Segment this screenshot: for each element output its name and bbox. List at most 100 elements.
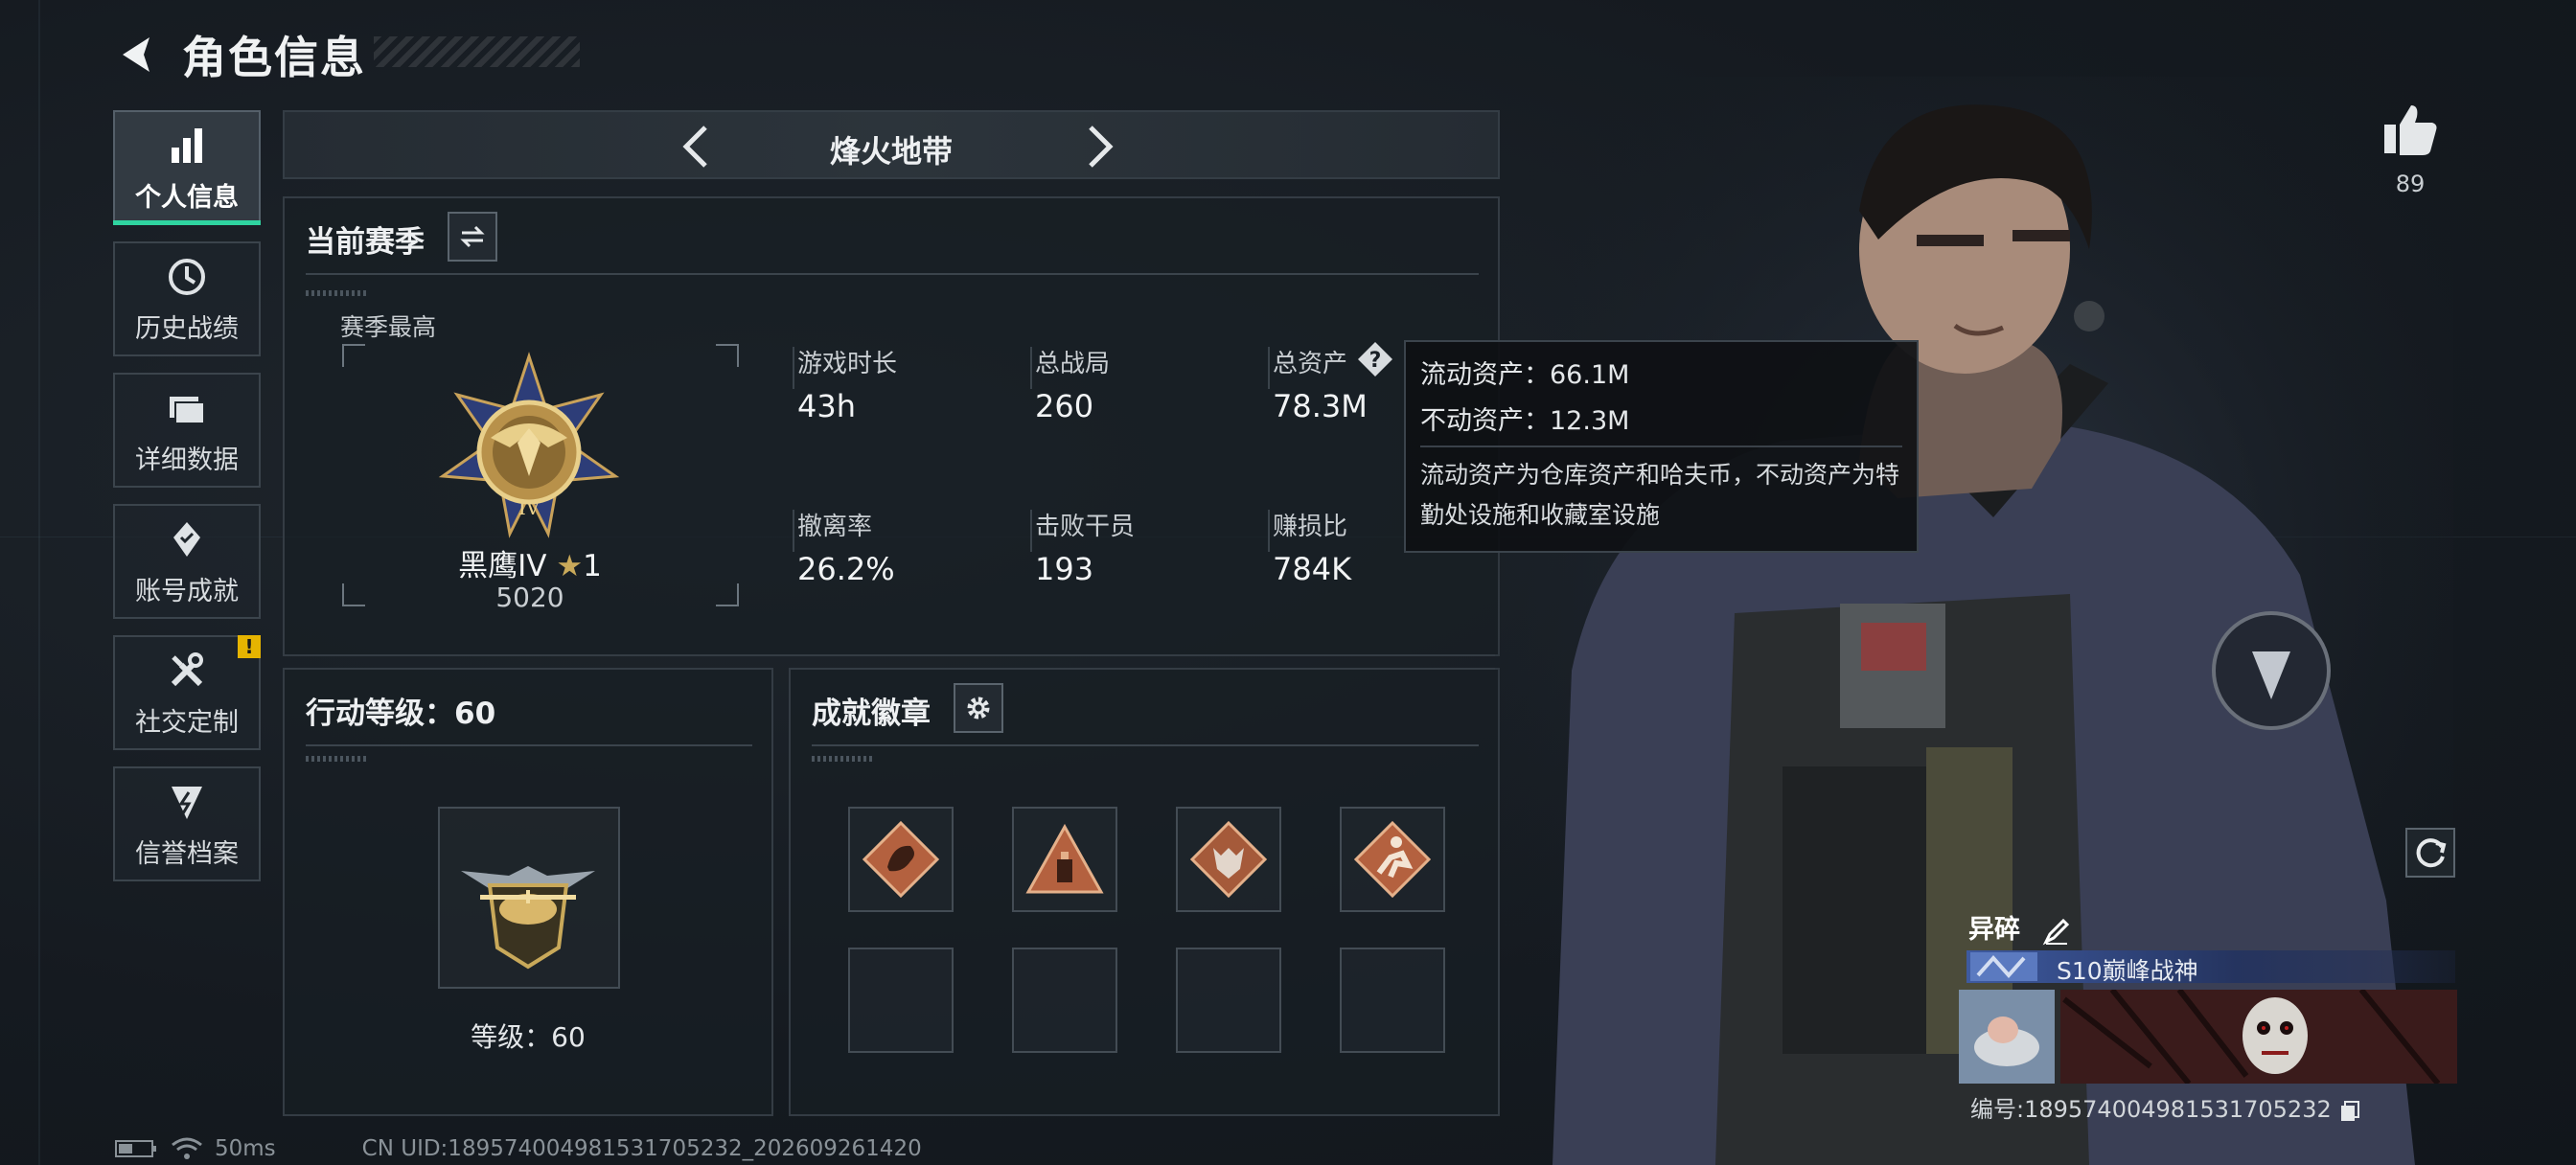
stat-separator xyxy=(793,347,794,389)
runner-badge-icon xyxy=(1353,820,1432,899)
player-name: 异碎 xyxy=(1968,915,2020,945)
map-name: 烽火地带 xyxy=(829,133,953,170)
badge-settings-button[interactable] xyxy=(954,683,1003,733)
sidebar-item-label: 账号成就 xyxy=(135,576,239,606)
svg-text:?: ? xyxy=(1369,349,1382,373)
season-title: 当前赛季 xyxy=(306,225,425,260)
wifi-icon xyxy=(172,1137,202,1159)
empty-badge-slot[interactable] xyxy=(1012,948,1117,1053)
page-title: 角色信息 xyxy=(182,32,366,83)
card-player-name: 异碎 xyxy=(1968,908,2071,946)
stat-separator xyxy=(1268,510,1270,552)
rank-medal-icon: IV xyxy=(438,352,620,538)
stat-value-matches: 260 xyxy=(1035,388,1094,424)
stat-separator xyxy=(1030,347,1032,389)
folder-icon xyxy=(170,396,205,424)
refresh-button[interactable] xyxy=(2405,828,2455,878)
rank-name: 黑鹰IV xyxy=(458,549,547,583)
sidebar-item-credit-record[interactable]: 信誉档案 xyxy=(113,766,261,881)
level-title: 行动等级：60 xyxy=(306,697,496,731)
status-bar: 50ms CN UID:189574004981531705232_202609… xyxy=(115,1136,922,1161)
badge-slot[interactable] xyxy=(1340,807,1445,912)
season-panel: 当前赛季 赛季最高 IV 黑鹰IV ★1 5020 游戏时长 43h 总战局 2… xyxy=(283,196,1500,656)
sidebar-item-personal-info[interactable]: 个人信息 xyxy=(113,110,261,225)
card-id: 编号:189574004981531705232 xyxy=(1970,1090,2361,1124)
frame-corner xyxy=(716,583,739,606)
empty-badge-slot[interactable] xyxy=(848,948,954,1053)
rank-score: 5020 xyxy=(495,582,564,613)
season-switch-button[interactable] xyxy=(448,212,497,262)
sidebar-item-account-achievements[interactable]: 账号成就 xyxy=(113,504,261,619)
sidebar-item-label: 信誉档案 xyxy=(135,838,239,869)
dragon-badge-icon xyxy=(862,820,940,899)
stat-label-profit-ratio: 赚损比 xyxy=(1273,513,1348,541)
stat-value-extract-rate: 26.2% xyxy=(797,551,895,587)
stat-value-profit-ratio: 784K xyxy=(1273,551,1352,587)
badges-panel: 成就徽章 xyxy=(789,668,1500,1116)
badge-slot[interactable] xyxy=(1176,807,1281,912)
wolf-badge-icon xyxy=(1189,820,1268,899)
edit-icon[interactable] xyxy=(2042,917,2071,946)
tooltip-liquid-assets: 流动资产：66.1M xyxy=(1420,360,1630,390)
copy-icon[interactable] xyxy=(2338,1099,2361,1122)
divider-deco xyxy=(812,756,875,762)
empty-badge-slot[interactable] xyxy=(1176,948,1281,1053)
svg-text:IV: IV xyxy=(518,496,540,519)
helicopter-emblem-icon xyxy=(461,866,595,970)
header: 角色信息 xyxy=(115,21,366,88)
sidebar-item-label: 个人信息 xyxy=(135,182,239,213)
sidebar-item-label: 历史战绩 xyxy=(135,313,239,344)
sidebar-item-label: 社交定制 xyxy=(135,707,239,738)
stat-separator xyxy=(1030,510,1032,552)
badge-slot[interactable] xyxy=(848,807,954,912)
chevron-right-icon[interactable] xyxy=(1075,122,1123,171)
stat-label-playtime: 游戏时长 xyxy=(797,350,898,378)
stat-value-playtime: 43h xyxy=(797,388,856,424)
level-emblem-frame xyxy=(438,807,620,989)
empty-badge-slot[interactable] xyxy=(1340,948,1445,1053)
stat-label-assets: 总资产 xyxy=(1273,350,1348,378)
level-panel: 行动等级：60 等级：60 xyxy=(283,668,773,1116)
bar-chart-icon xyxy=(172,127,202,163)
divider-deco xyxy=(306,290,369,296)
stat-label-matches: 总战局 xyxy=(1035,350,1111,378)
gear-icon xyxy=(967,697,990,720)
assets-tooltip: 流动资产：66.1M 不动资产：12.3M 流动资产为仓库资产和哈夫币，不动资产… xyxy=(1404,340,1919,553)
frame-corner xyxy=(716,344,739,367)
rank-stars: 1 xyxy=(583,549,602,583)
title-decoration xyxy=(374,36,580,67)
tooltip-fixed-assets: 不动资产：12.3M xyxy=(1420,406,1630,436)
stat-separator xyxy=(1268,347,1270,389)
player-id: 编号:189574004981531705232 xyxy=(1970,1096,2332,1123)
battery-icon xyxy=(115,1140,156,1157)
swap-icon xyxy=(460,225,485,248)
sidebar-item-social-custom[interactable]: 社交定制 ! xyxy=(113,635,261,750)
ping: 50ms xyxy=(215,1136,276,1161)
rank-row: 黑鹰IV ★1 xyxy=(342,541,718,584)
map-selector: 烽火地带 xyxy=(283,110,1500,179)
tooltip-divider xyxy=(1420,445,1902,447)
badge-slot[interactable] xyxy=(1012,807,1117,912)
achievement-icon xyxy=(173,521,200,557)
stat-label-kills: 击败干员 xyxy=(1035,513,1136,541)
like-icon[interactable] xyxy=(2380,100,2440,159)
badges-title: 成就徽章 xyxy=(812,697,931,731)
card-images xyxy=(1959,990,2457,1084)
tooltip-description: 流动资产为仓库资产和哈夫币，不动资产为特勤处设施和收藏室设施 xyxy=(1420,461,1900,529)
divider xyxy=(306,273,1479,275)
stat-separator xyxy=(793,510,794,552)
like-count: 89 xyxy=(2395,171,2426,197)
sidebar-item-match-history[interactable]: 历史战绩 xyxy=(113,241,261,356)
help-icon[interactable]: ? xyxy=(1356,340,1394,378)
divider-deco xyxy=(306,756,369,762)
sidebar-item-detailed-data[interactable]: 详细数据 xyxy=(113,373,261,488)
star-icon: ★ xyxy=(556,549,584,583)
pyramid-badge-icon xyxy=(1025,823,1104,894)
stat-label-extract-rate: 撤离率 xyxy=(797,513,873,541)
stat-value-assets: 78.3M xyxy=(1273,388,1368,424)
back-arrow-icon[interactable] xyxy=(115,32,161,78)
stat-value-kills: 193 xyxy=(1035,551,1094,587)
divider xyxy=(306,744,752,746)
divider xyxy=(812,744,1479,746)
level-label: 等级：60 xyxy=(471,1021,586,1053)
